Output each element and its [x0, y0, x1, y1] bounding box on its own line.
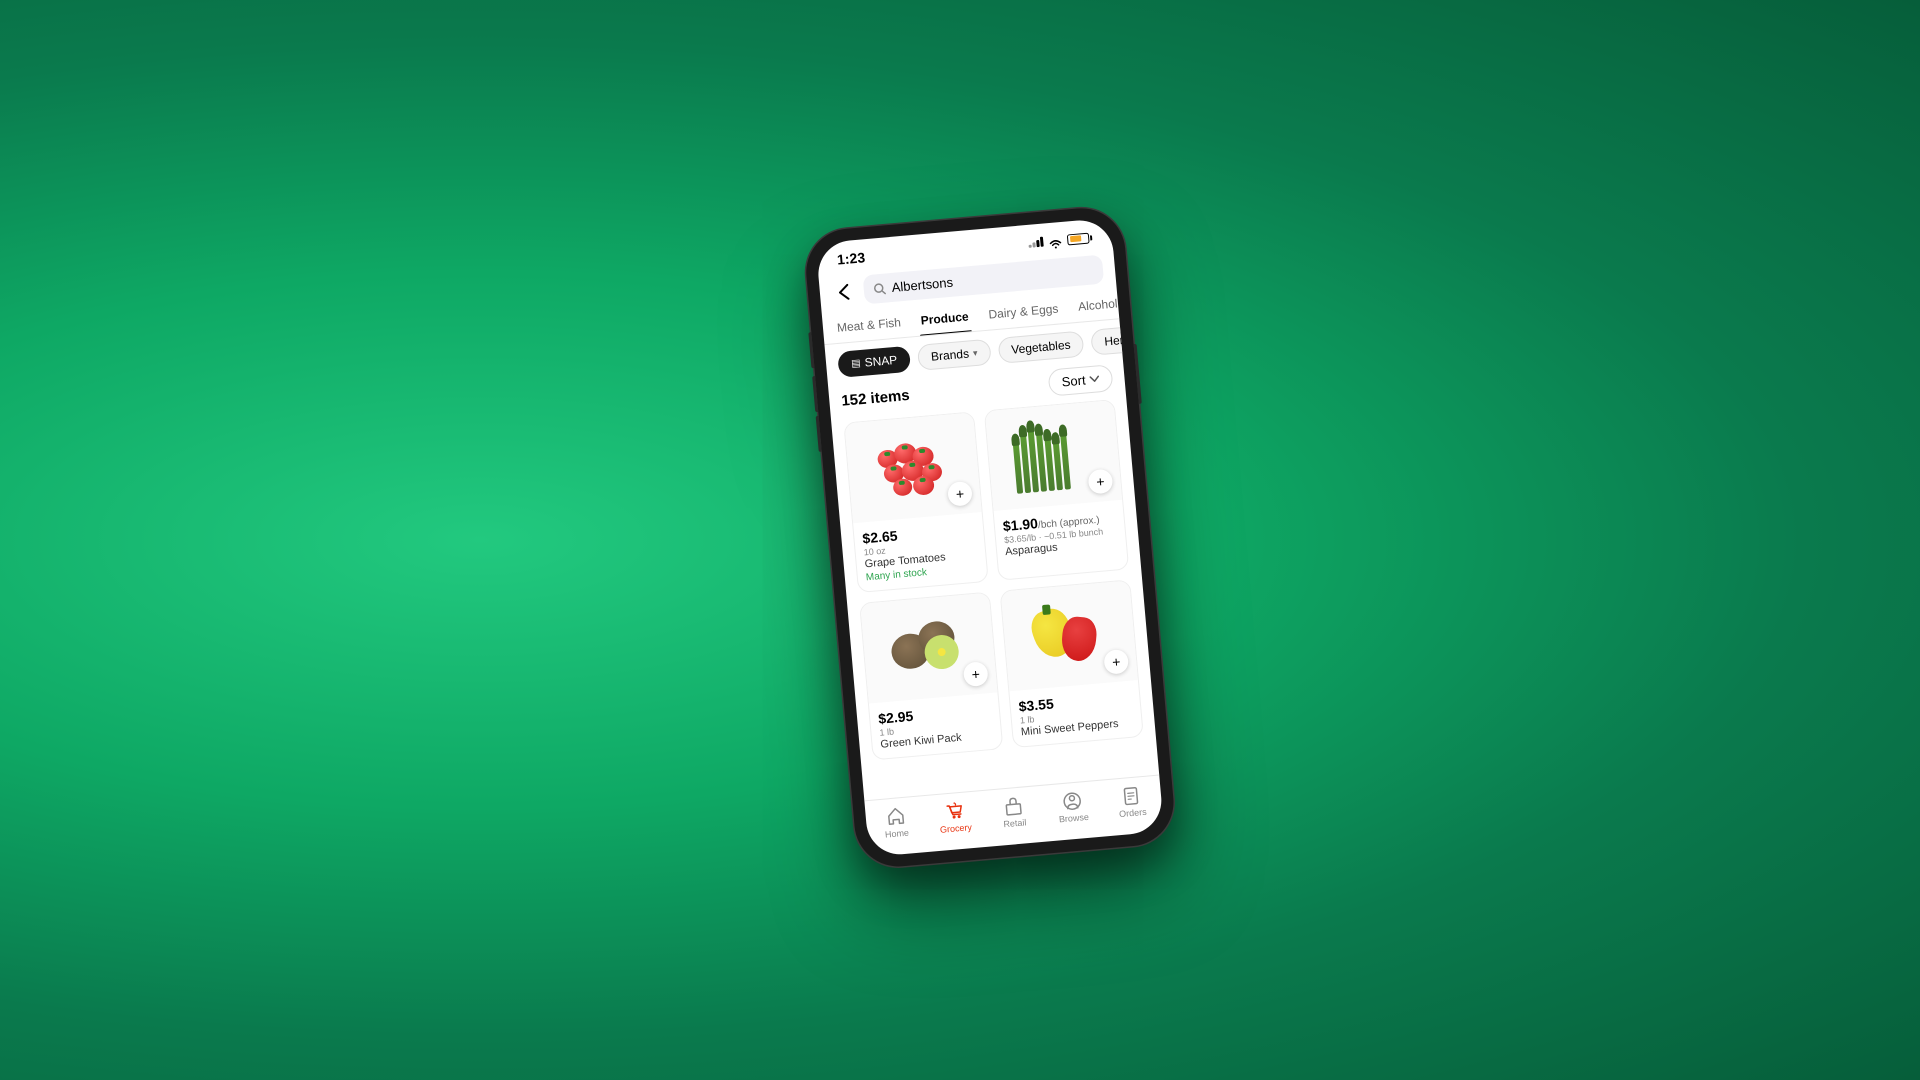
orders-icon	[1121, 785, 1143, 807]
items-count: 152 items	[841, 387, 911, 410]
status-icons	[1028, 232, 1093, 249]
product-card-asparagus[interactable]: + $1.90/bch (approx.) $3.65/lb · ~0.51 l…	[984, 399, 1129, 581]
battery-icon	[1067, 232, 1093, 245]
product-card-grape-tomatoes[interactable]: + $2.65 10 oz Grape Tomatoes Many in sto…	[843, 411, 988, 593]
add-tomatoes-button[interactable]: +	[947, 481, 973, 507]
grocery-icon	[944, 801, 966, 823]
phone-screen: 1:23	[816, 218, 1165, 857]
nav-item-browse[interactable]: Browse	[1042, 789, 1104, 826]
vegetables-label: Vegetables	[1011, 338, 1071, 357]
snap-icon: ▤	[851, 358, 861, 370]
pepper-red	[1060, 616, 1098, 663]
herbs-filter-chip[interactable]: Herbs	[1090, 325, 1123, 356]
retail-icon	[1003, 796, 1025, 818]
sort-chevron-icon	[1089, 375, 1100, 383]
snap-label: SNAP	[864, 353, 898, 370]
nav-item-grocery[interactable]: Grocery	[924, 799, 986, 836]
asparagus-bundle	[1011, 417, 1097, 494]
sort-button[interactable]: Sort	[1048, 364, 1114, 396]
add-asparagus-button[interactable]: +	[1087, 469, 1113, 495]
signal-bar-3	[1036, 239, 1040, 247]
back-button[interactable]	[831, 279, 857, 305]
brands-chevron-icon: ▾	[972, 347, 977, 358]
home-icon	[885, 806, 907, 828]
add-peppers-button[interactable]: +	[1103, 649, 1129, 675]
signal-bar-1	[1029, 245, 1032, 248]
asparagus-info: $1.90/bch (approx.) $3.65/lb · ~0.51 lb …	[994, 500, 1127, 567]
product-image-tomatoes: +	[844, 412, 981, 523]
nav-item-orders[interactable]: Orders	[1101, 783, 1163, 820]
signal-bar-2	[1032, 242, 1035, 248]
search-input-value: Albertsons	[891, 275, 953, 295]
nav-item-home[interactable]: Home	[865, 804, 927, 841]
product-row-1: + $2.65 10 oz Grape Tomatoes Many in sto…	[843, 399, 1129, 593]
product-card-peppers[interactable]: + $3.55 1 lb Mini Sweet Peppers	[1000, 579, 1144, 748]
asparagus-visual	[1011, 417, 1097, 494]
nav-label-retail: Retail	[1003, 817, 1027, 829]
signal-bar-4	[1040, 237, 1044, 247]
tab-alcohol[interactable]: Alcohol	[1075, 290, 1119, 322]
nav-item-retail[interactable]: Retail	[983, 794, 1045, 831]
product-grid: + $2.65 10 oz Grape Tomatoes Many in sto…	[831, 398, 1159, 800]
tab-produce[interactable]: Produce	[918, 303, 972, 335]
product-image-peppers: +	[1001, 580, 1138, 691]
tab-meat-fish[interactable]: Meat & Fish	[834, 309, 904, 343]
tomatoes-visual	[870, 429, 956, 506]
pepper-green-top	[1041, 604, 1050, 615]
nav-label-grocery: Grocery	[940, 822, 973, 835]
vegetables-filter-chip[interactable]: Vegetables	[997, 331, 1084, 364]
herbs-label: Herbs	[1104, 332, 1123, 349]
signal-icon	[1028, 237, 1044, 248]
browse-icon	[1062, 790, 1084, 812]
nav-label-orders: Orders	[1119, 807, 1147, 819]
sort-label: Sort	[1061, 372, 1086, 389]
brands-filter-chip[interactable]: Brands ▾	[917, 339, 992, 371]
product-row-2: + $2.95 1 lb Green Kiwi Pack	[859, 579, 1144, 760]
nav-label-browse: Browse	[1058, 812, 1089, 825]
status-time: 1:23	[836, 249, 865, 267]
peppers-info: $3.55 1 lb Mini Sweet Peppers	[1009, 680, 1142, 747]
search-icon	[873, 282, 886, 295]
peppers-visual	[1026, 596, 1112, 675]
snap-filter-chip[interactable]: ▤ SNAP	[837, 346, 911, 378]
product-image-kiwi: +	[860, 593, 997, 704]
kiwi-visual	[886, 609, 972, 688]
product-card-kiwi[interactable]: + $2.95 1 lb Green Kiwi Pack	[859, 592, 1003, 761]
battery-fill	[1069, 235, 1081, 242]
kiwi-info: $2.95 1 lb Green Kiwi Pack	[869, 692, 1002, 759]
brands-label: Brands	[930, 347, 969, 364]
nav-label-home: Home	[885, 828, 910, 840]
phone-device: 1:23	[803, 205, 1178, 870]
add-kiwi-button[interactable]: +	[963, 661, 989, 687]
battery-tip	[1090, 235, 1092, 240]
wifi-icon	[1048, 235, 1063, 246]
product-image-asparagus: +	[985, 400, 1122, 511]
tomatoes-info: $2.65 10 oz Grape Tomatoes Many in stock	[853, 512, 988, 592]
battery-body	[1067, 232, 1090, 245]
